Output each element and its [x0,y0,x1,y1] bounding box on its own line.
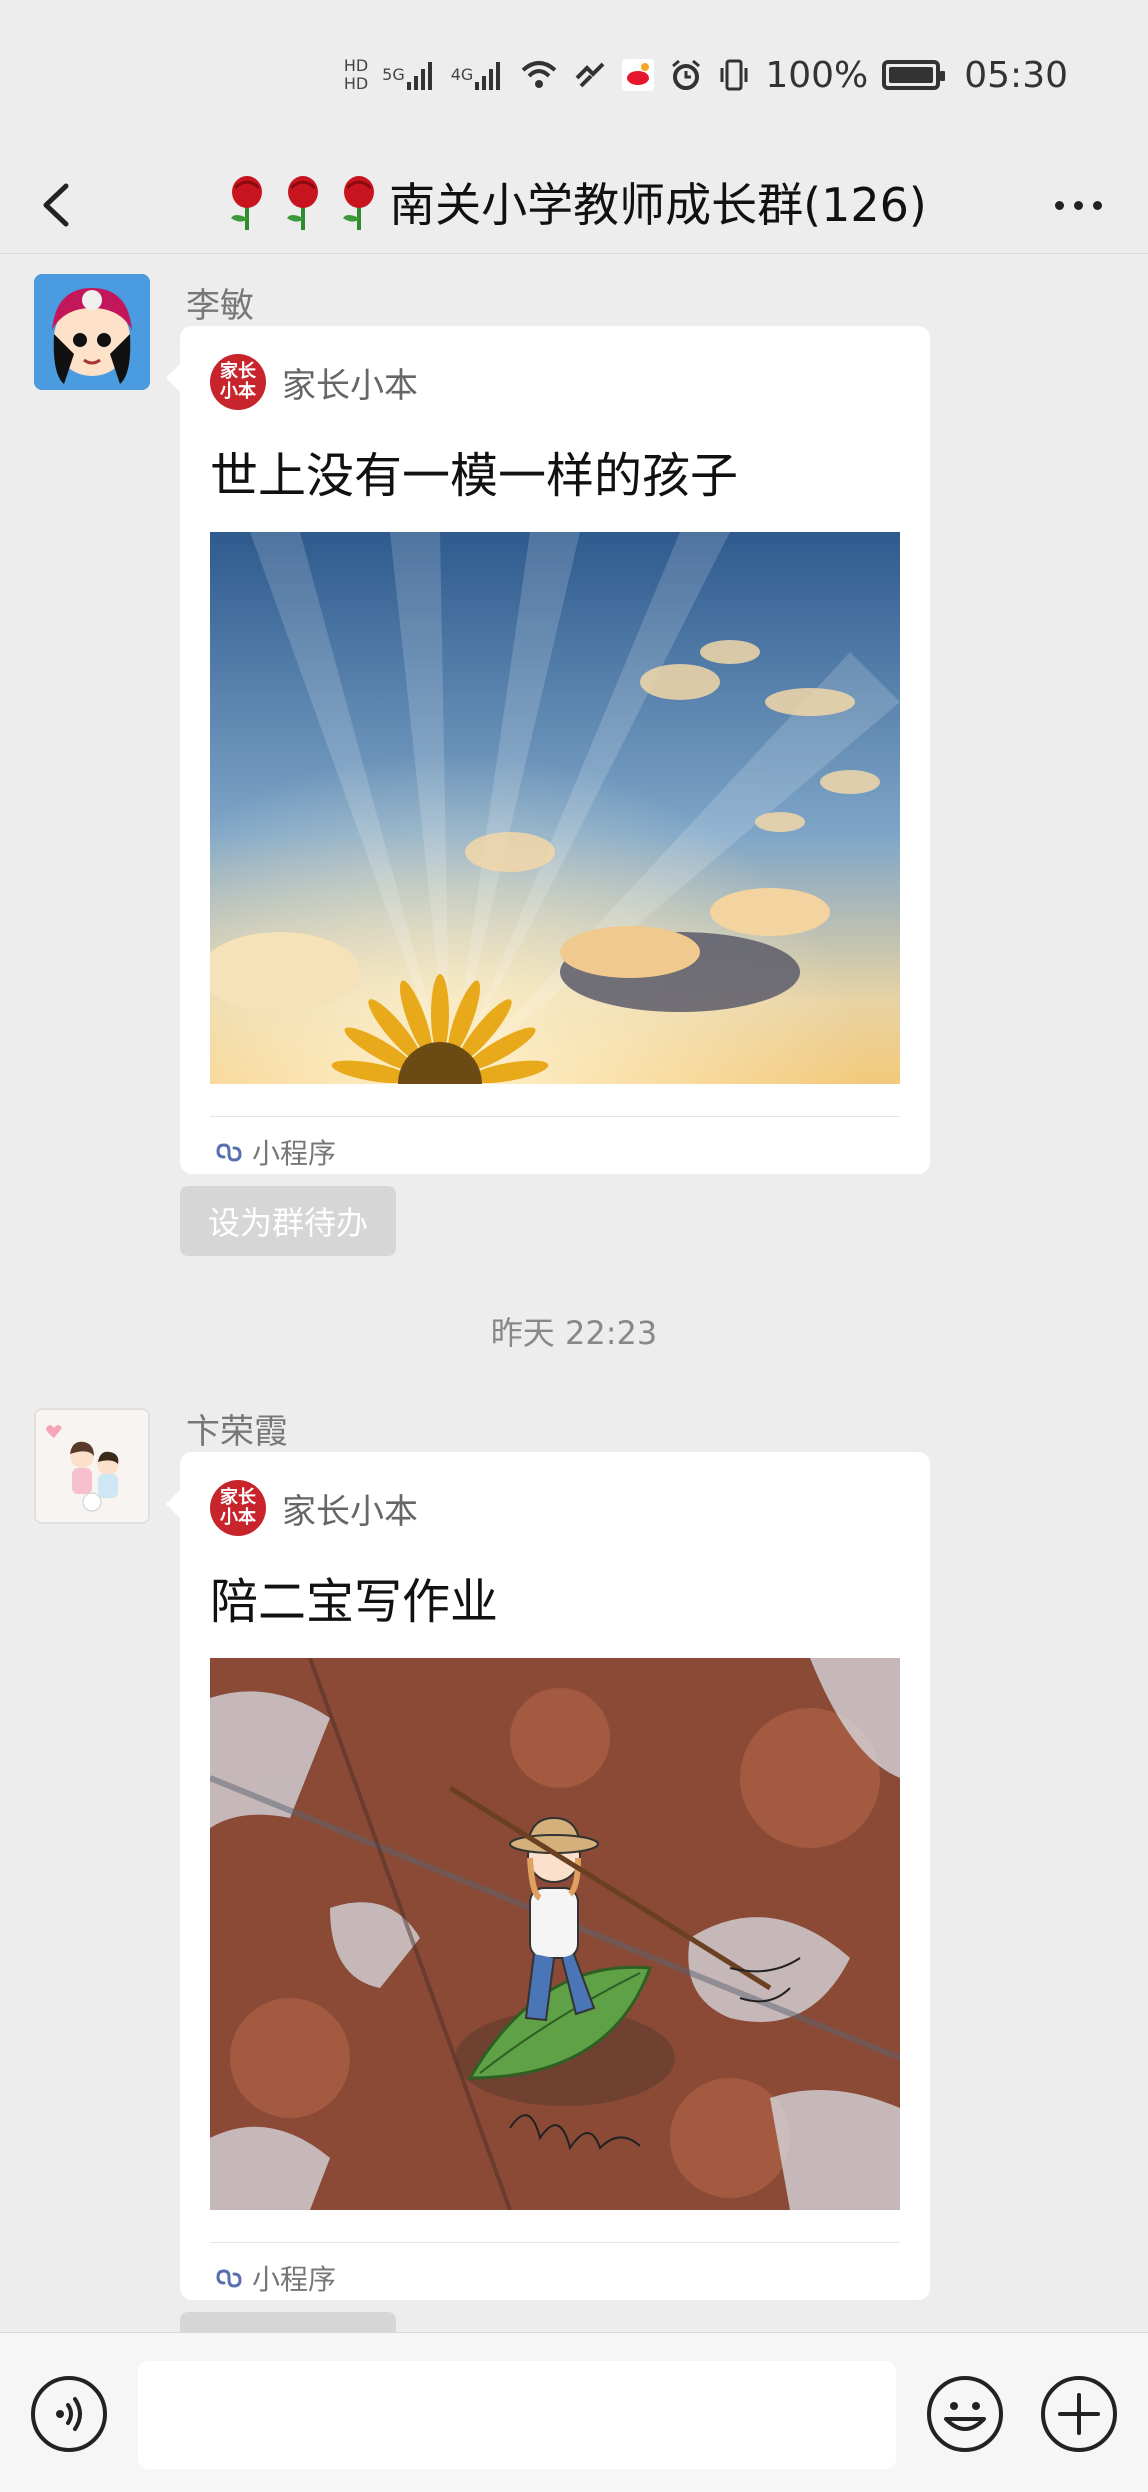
signal-4g-icon: 4G [451,52,506,98]
mini-program-icon [216,2269,242,2288]
set-group-todo-button[interactable]: 设为群待办 [180,1186,396,1256]
dot-icon [1092,200,1102,210]
link-icon [573,52,607,98]
card-footer: 小程序 [214,1132,336,1172]
card-divider [210,2242,900,2243]
card-divider [210,1116,900,1117]
card-title: 陪二宝写作业 [210,1574,499,1630]
chat-title: 南关小学教师成长群(126) [221,169,927,235]
emoji-button[interactable] [926,2375,1004,2453]
voice-icon [31,2376,107,2452]
mini-program-card[interactable]: 家长小本 家长小本 陪二宝写作业 小程序 [166,1452,930,2300]
dot-icon [1054,200,1064,210]
source-logo: 家长小本 [210,354,266,410]
voice-input-button[interactable] [30,2375,108,2453]
sender-name: 李敏 [186,286,254,326]
battery-icon [882,52,946,98]
alarm-icon [669,52,703,98]
sender-name: 卞荣霞 [186,1412,288,1452]
rose-icon [333,172,385,232]
wifi-icon [519,52,559,98]
card-title: 世上没有一模一样的孩子 [210,448,739,504]
mini-program-card[interactable]: 家长小本 家长小本 世上没有一模一样的孩子 小程序 [166,326,930,1174]
dot-icon [1073,200,1083,210]
timestamp: 昨天 22:23 [490,1314,658,1352]
chat-header: 南关小学教师成长群(126) [0,150,1148,254]
mini-program-icon [216,1143,242,1162]
input-bar [0,2332,1148,2492]
mini-program-label: 小程序 [252,1137,337,1170]
vibrate-icon [717,52,751,98]
signal-5g-icon: 5G [382,52,437,98]
emoji-icon [927,2376,1003,2452]
more-functions-button[interactable] [1040,2375,1118,2453]
more-options-button[interactable] [1038,170,1118,240]
mini-program-label: 小程序 [252,2263,337,2296]
source-logo: 家长小本 [210,1480,266,1536]
message-input[interactable] [138,2361,896,2469]
card-source: 家长小本 家长小本 [210,354,418,410]
plus-icon [1041,2376,1117,2452]
battery-percent: 100% [765,54,869,96]
back-button[interactable] [30,170,100,240]
card-image [210,532,900,1084]
rose-icon [277,172,329,232]
card-image [210,1658,900,2210]
hd-icon: HD HD [343,56,369,93]
status-bar: HD HD 5G 4G 100% 05:30 [0,0,1148,150]
avatar[interactable] [34,274,150,390]
card-footer: 小程序 [214,2258,336,2298]
avatar[interactable] [34,1408,150,1524]
rose-icon [221,172,273,232]
source-name: 家长小本 [282,1491,418,1532]
clock-time: 05:30 [964,54,1068,96]
card-source: 家长小本 家长小本 [210,1480,418,1536]
source-name: 家长小本 [282,365,418,406]
weibo-icon [621,52,655,98]
chat-title-text: 南关小学教师成长群(126) [389,177,927,232]
chevron-left-icon [43,183,69,227]
